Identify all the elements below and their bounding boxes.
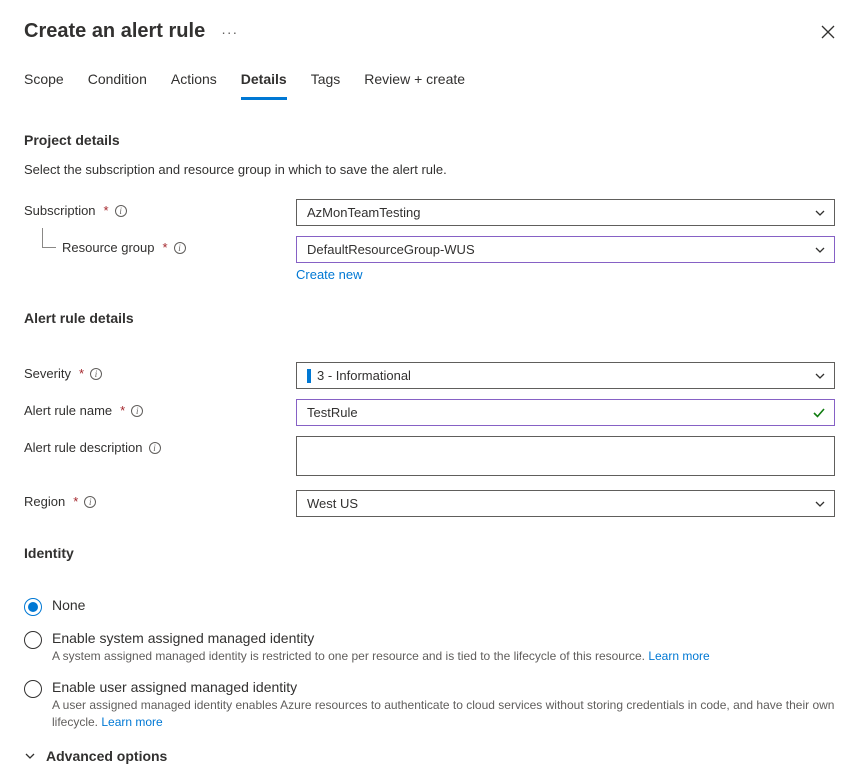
identity-system-desc: A system assigned managed identity is re… [52, 648, 835, 665]
required-indicator: * [163, 240, 168, 255]
alert-rule-details-heading: Alert rule details [24, 310, 835, 326]
advanced-options-toggle[interactable]: Advanced options [24, 748, 835, 764]
info-icon[interactable]: i [90, 368, 102, 380]
tabs-bar: Scope Condition Actions Details Tags Rev… [24, 67, 835, 100]
tab-condition[interactable]: Condition [88, 67, 147, 100]
learn-more-link[interactable]: Learn more [648, 648, 709, 665]
chevron-down-icon [814, 370, 826, 382]
tab-tags[interactable]: Tags [311, 67, 341, 100]
required-indicator: * [120, 403, 125, 418]
identity-user-label: Enable user assigned managed identity [52, 679, 835, 695]
identity-radio-none[interactable] [24, 598, 42, 616]
info-icon[interactable]: i [115, 205, 127, 217]
tab-details[interactable]: Details [241, 67, 287, 100]
project-details-heading: Project details [24, 132, 835, 148]
required-indicator: * [73, 494, 78, 509]
tab-review-create[interactable]: Review + create [364, 67, 465, 100]
chevron-down-icon [24, 750, 36, 762]
region-label: Region [24, 494, 65, 509]
subscription-label: Subscription [24, 203, 96, 218]
identity-system-label: Enable system assigned managed identity [52, 630, 835, 646]
resource-group-value: DefaultResourceGroup-WUS [307, 242, 475, 257]
more-menu-button[interactable]: ··· [217, 24, 242, 40]
project-details-desc: Select the subscription and resource gro… [24, 162, 835, 177]
alert-rule-name-label: Alert rule name [24, 403, 112, 418]
severity-label: Severity [24, 366, 71, 381]
alert-rule-description-input[interactable] [296, 436, 835, 476]
info-icon[interactable]: i [174, 242, 186, 254]
required-indicator: * [79, 366, 84, 381]
chevron-down-icon [814, 244, 826, 256]
required-indicator: * [104, 203, 109, 218]
identity-radio-user[interactable] [24, 680, 42, 698]
valid-check-icon [812, 406, 826, 420]
identity-heading: Identity [24, 545, 835, 561]
chevron-down-icon [814, 207, 826, 219]
resource-group-dropdown[interactable]: DefaultResourceGroup-WUS [296, 236, 835, 263]
tab-actions[interactable]: Actions [171, 67, 217, 100]
info-icon[interactable]: i [131, 405, 143, 417]
subscription-value: AzMonTeamTesting [307, 205, 420, 220]
advanced-options-label: Advanced options [46, 748, 167, 764]
severity-swatch [307, 369, 311, 383]
resource-group-label: Resource group [62, 240, 155, 255]
indent-connector [42, 228, 56, 248]
subscription-dropdown[interactable]: AzMonTeamTesting [296, 199, 835, 226]
severity-value: 3 - Informational [317, 368, 411, 383]
identity-none-label: None [52, 597, 835, 613]
info-icon[interactable]: i [84, 496, 96, 508]
alert-rule-description-label: Alert rule description [24, 440, 143, 455]
region-value: West US [307, 496, 358, 511]
severity-dropdown[interactable]: 3 - Informational [296, 362, 835, 389]
alert-rule-name-value: TestRule [307, 405, 358, 420]
alert-rule-name-input[interactable]: TestRule [296, 399, 835, 426]
close-button[interactable] [821, 25, 835, 39]
page-title: Create an alert rule [24, 20, 205, 43]
learn-more-link[interactable]: Learn more [101, 714, 162, 731]
tab-scope[interactable]: Scope [24, 67, 64, 100]
identity-radio-group: None Enable system assigned managed iden… [24, 597, 835, 730]
identity-radio-system[interactable] [24, 631, 42, 649]
chevron-down-icon [814, 498, 826, 510]
create-new-link[interactable]: Create new [296, 267, 362, 282]
info-icon[interactable]: i [149, 442, 161, 454]
identity-user-desc: A user assigned managed identity enables… [52, 697, 835, 731]
region-dropdown[interactable]: West US [296, 490, 835, 517]
